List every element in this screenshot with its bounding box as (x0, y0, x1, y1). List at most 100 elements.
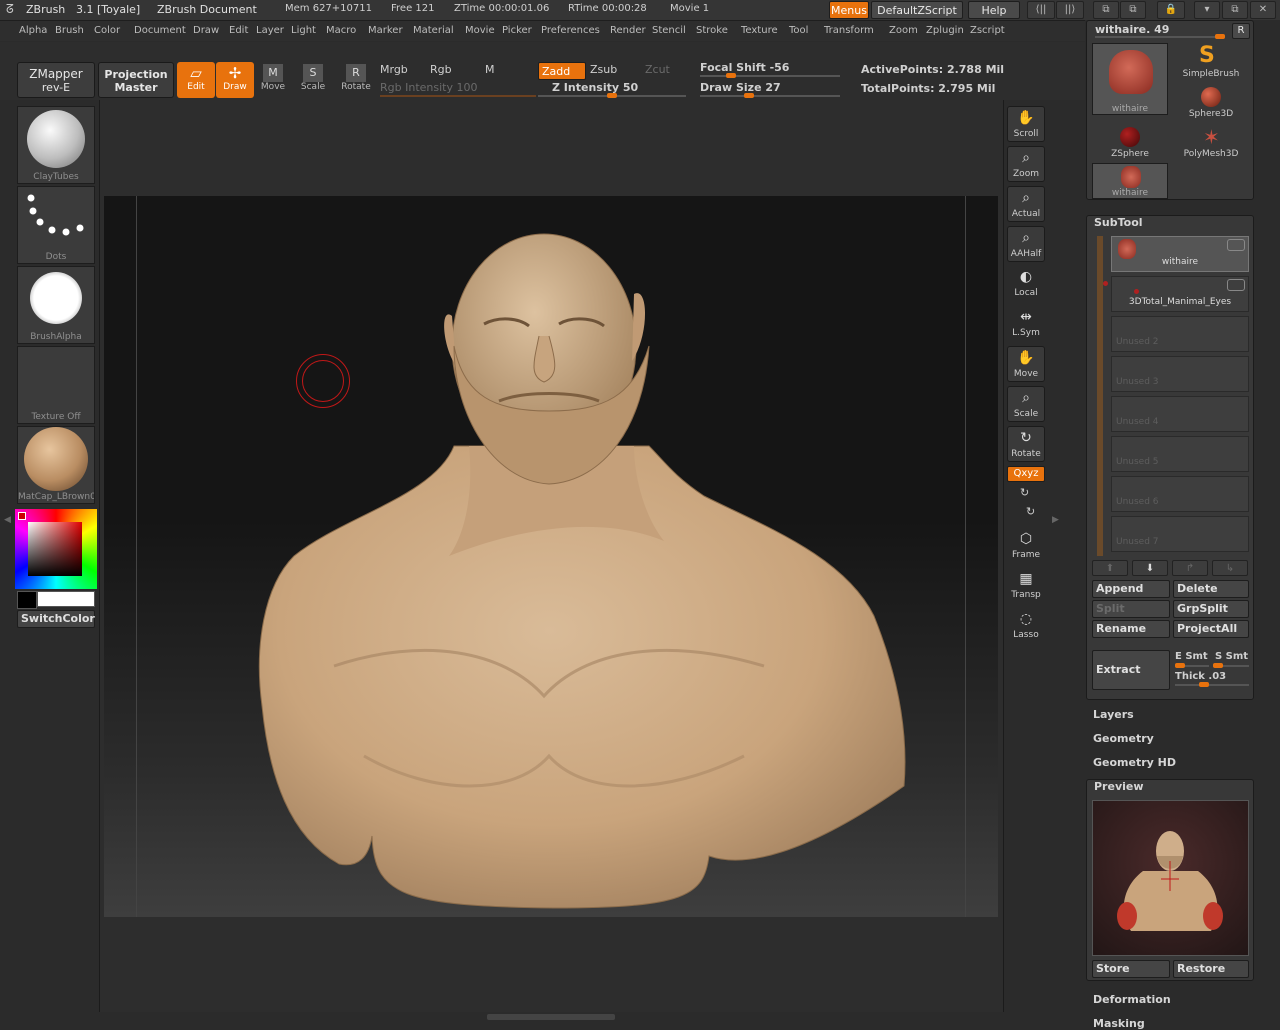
rgb-toggle[interactable]: Rgb (430, 63, 452, 76)
e-smt-knob[interactable] (1175, 663, 1185, 668)
primary-color-swatch[interactable] (37, 591, 95, 607)
grpsplit-button[interactable]: GrpSplit (1173, 600, 1249, 618)
actual-button[interactable]: ⌕ Actual (1007, 186, 1045, 222)
menu-layer[interactable]: Layer (256, 25, 284, 36)
rgb-intensity-slider[interactable] (380, 95, 536, 97)
document-canvas[interactable] (104, 196, 998, 917)
color-saturation-square[interactable] (28, 522, 82, 576)
focal-shift-knob[interactable] (725, 73, 736, 78)
menu-macro[interactable]: Macro (326, 25, 356, 36)
zcut-toggle[interactable]: Zcut (645, 63, 670, 76)
geometry-hd-section[interactable]: Geometry HD (1093, 756, 1176, 769)
subtool-redo-arrow-icon[interactable]: ↱ (1172, 560, 1208, 576)
sculpted-bust-model[interactable] (104, 196, 998, 917)
projection-master-button[interactable]: Projection Master (98, 62, 174, 98)
menu-light[interactable]: Light (291, 25, 316, 36)
menu-document[interactable]: Document (134, 25, 186, 36)
frame-button[interactable]: ⬡ Frame (1007, 528, 1045, 564)
canvas-scroll-handle[interactable] (487, 1014, 615, 1020)
zmapper-button[interactable]: ZMapper rev-E (17, 62, 95, 98)
menu-picker[interactable]: Picker (502, 25, 532, 36)
subtool-row-unused-7[interactable]: Unused 7 (1111, 516, 1249, 552)
preview-viewport[interactable] (1092, 800, 1249, 956)
switch-color-button[interactable]: SwitchColor (17, 610, 95, 628)
rotate-view-button[interactable]: ↻ Rotate (1007, 426, 1045, 462)
r-button[interactable]: R (1232, 23, 1250, 39)
brush-selector[interactable]: ClayTubes (17, 106, 95, 184)
help-button[interactable]: Help (968, 1, 1020, 19)
menu-movie[interactable]: Movie (465, 25, 495, 36)
menu-stroke[interactable]: Stroke (696, 25, 728, 36)
rename-button[interactable]: Rename (1092, 620, 1170, 638)
subtool-row-unused-3[interactable]: Unused 3 (1111, 356, 1249, 392)
alpha-selector[interactable]: BrushAlpha (17, 266, 95, 344)
subtool-visibility-icon[interactable] (1227, 239, 1245, 251)
zsphere-tool[interactable]: ZSphere (1092, 125, 1168, 159)
menu-edit[interactable]: Edit (229, 25, 248, 36)
store-button[interactable]: Store (1092, 960, 1170, 978)
subtool-visibility-icon[interactable] (1227, 279, 1245, 291)
menu-transform[interactable]: Transform (824, 25, 874, 36)
menu-color[interactable]: Color (94, 25, 120, 36)
zoom-button[interactable]: ⌕ Zoom (1007, 146, 1045, 182)
scale-tool-button[interactable]: S Scale (294, 62, 332, 98)
material-selector[interactable]: MatCap_LBrown0 (17, 426, 95, 504)
sphere3d-tool[interactable]: Sphere3D (1171, 85, 1251, 119)
lasso-button[interactable]: ◌ Lasso (1007, 608, 1045, 644)
stroke-selector[interactable]: Dots (17, 186, 95, 264)
maximize-icon[interactable]: ⧉ (1222, 1, 1248, 19)
menu-brush[interactable]: Brush (55, 25, 84, 36)
menus-button[interactable]: Menus (829, 1, 869, 19)
tool-slider[interactable] (1095, 34, 1225, 39)
layout-left-icon[interactable]: ⟨|| (1027, 1, 1055, 19)
s-smt-toggle[interactable]: S Smt (1215, 651, 1248, 662)
docking-left-icon[interactable]: ⧉ (1093, 1, 1119, 19)
right-collapse-arrow-icon[interactable]: ▶ (1052, 515, 1059, 525)
subtool-row-unused-5[interactable]: Unused 5 (1111, 436, 1249, 472)
menu-stencil[interactable]: Stencil (652, 25, 686, 36)
secondary-color-swatch[interactable] (17, 591, 37, 609)
thick-knob[interactable] (1199, 682, 1209, 687)
menu-zplugin[interactable]: Zplugin (926, 25, 964, 36)
subtool-merge-arrow-icon[interactable]: ↳ (1212, 560, 1248, 576)
append-button[interactable]: Append (1092, 580, 1170, 598)
polymesh3d-tool[interactable]: ✶ PolyMesh3D (1171, 125, 1251, 159)
menu-render[interactable]: Render (610, 25, 646, 36)
texture-selector[interactable]: Texture Off (17, 346, 95, 424)
default-zscript-button[interactable]: DefaultZScript (871, 1, 963, 19)
focal-shift-slider[interactable] (700, 73, 840, 78)
deformation-section[interactable]: Deformation (1093, 993, 1171, 1006)
e-smt-slider[interactable] (1175, 663, 1209, 668)
menu-zscript[interactable]: Zscript (970, 25, 1005, 36)
menu-preferences[interactable]: Preferences (541, 25, 600, 36)
zadd-toggle[interactable]: Zadd (538, 62, 586, 80)
draw-button[interactable]: ✢ Draw (216, 62, 254, 98)
tool-thumb-withaire-small[interactable]: withaire (1092, 163, 1168, 199)
edit-button[interactable]: ▱ Edit (177, 62, 215, 98)
subtool-row-eyes[interactable]: 3DTotal_Manimal_Eyes (1103, 276, 1249, 312)
xyz-symmetry-button[interactable]: Qxyz (1007, 466, 1045, 482)
split-button[interactable]: Split (1092, 600, 1170, 618)
subtool-down-arrow-icon[interactable]: ⬇ (1132, 560, 1168, 576)
menu-marker[interactable]: Marker (368, 25, 403, 36)
tool-thumb-withaire[interactable]: withaire (1092, 43, 1168, 115)
m-toggle[interactable]: M (485, 63, 495, 76)
subtool-row-withaire[interactable]: withaire (1111, 236, 1249, 272)
lock-icon[interactable]: 🔒 (1157, 1, 1185, 19)
rotate-z-icon[interactable]: ↻ (1026, 505, 1035, 518)
projectall-button[interactable]: ProjectAll (1173, 620, 1249, 638)
lsym-button[interactable]: ⇹ L.Sym (1007, 306, 1045, 342)
delete-button[interactable]: Delete (1173, 580, 1249, 598)
scroll-button[interactable]: ✋ Scroll (1007, 106, 1045, 142)
docking-right-icon[interactable]: ⧉ (1120, 1, 1146, 19)
menu-material[interactable]: Material (413, 25, 454, 36)
draw-size-slider[interactable] (700, 93, 840, 98)
subtool-row-unused-4[interactable]: Unused 4 (1111, 396, 1249, 432)
scale-view-button[interactable]: ⌕ Scale (1007, 386, 1045, 422)
restore-button[interactable]: Restore (1173, 960, 1249, 978)
close-icon[interactable]: ✕ (1250, 1, 1276, 19)
menu-tool[interactable]: Tool (789, 25, 808, 36)
move-view-button[interactable]: ✋ Move (1007, 346, 1045, 382)
thick-slider[interactable] (1175, 682, 1249, 687)
menu-texture[interactable]: Texture (741, 25, 778, 36)
